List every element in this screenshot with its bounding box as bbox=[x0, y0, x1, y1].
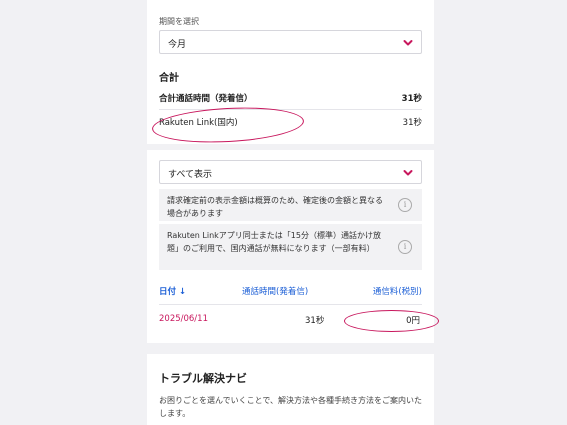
notice-free-calls-text: Rakuten Linkアプリ同士または「15分（標準）通話かけ放題」のご利用で… bbox=[167, 231, 381, 253]
section-divider bbox=[147, 144, 434, 150]
notice-estimate: 請求確定前の表示金額は概算のため、確定後の金額と異なる場合があります i bbox=[159, 189, 422, 221]
total-call-time-value: 31秒 bbox=[401, 94, 422, 104]
trouble-navi-description: お困りごとを選んでいくことで、解決方法や各種手続き方法をご案内いたします。 bbox=[159, 396, 423, 418]
period-label: 期間を選択 bbox=[159, 17, 199, 26]
chevron-down-icon bbox=[403, 40, 413, 46]
call-history-card: 期間を選択 今月 合計 合計通話時間（発着信） 31秒 Rakuten Link… bbox=[147, 0, 434, 343]
sort-by-date-header[interactable]: 日付 ↓ bbox=[159, 285, 186, 297]
period-select-value: 今月 bbox=[168, 40, 187, 50]
info-circle-icon[interactable]: i bbox=[398, 198, 412, 212]
total-call-time-row: 合計通話時間（発着信） 31秒 bbox=[159, 88, 422, 110]
trouble-navi-title: トラブル解決ナビ bbox=[159, 372, 247, 385]
total-call-time-label: 合計通話時間（発着信） bbox=[159, 94, 253, 104]
page: 期間を選択 今月 合計 合計通話時間（発着信） 31秒 Rakuten Link… bbox=[0, 0, 567, 425]
row-duration: 31秒 bbox=[305, 316, 325, 326]
info-circle-icon[interactable]: i bbox=[398, 240, 412, 254]
period-select[interactable]: 今月 bbox=[159, 30, 422, 54]
summary-title: 合計 bbox=[159, 73, 179, 84]
notice-free-calls: Rakuten Linkアプリ同士または「15分（標準）通話かけ放題」のご利用で… bbox=[159, 224, 422, 270]
trouble-navi-card[interactable]: トラブル解決ナビ お困りごとを選んでいくことで、解決方法や各種手続き方法をご案内… bbox=[147, 354, 434, 425]
row-date[interactable]: 2025/06/11 bbox=[159, 314, 208, 324]
duration-header: 通話時間(発着信) bbox=[242, 287, 309, 297]
table-header: 日付 ↓ 通話時間(発着信) 通信料(税別) bbox=[159, 283, 422, 299]
filter-select[interactable]: すべて表示 bbox=[159, 160, 422, 184]
fee-header: 通信料(税別) bbox=[372, 287, 422, 297]
notice-estimate-text: 請求確定前の表示金額は概算のため、確定後の金額と異なる場合があります bbox=[167, 196, 383, 218]
filter-select-value: すべて表示 bbox=[168, 170, 213, 180]
chevron-down-icon bbox=[403, 170, 413, 176]
annotation-circle bbox=[344, 310, 439, 332]
rakuten-link-value: 31秒 bbox=[402, 118, 422, 128]
